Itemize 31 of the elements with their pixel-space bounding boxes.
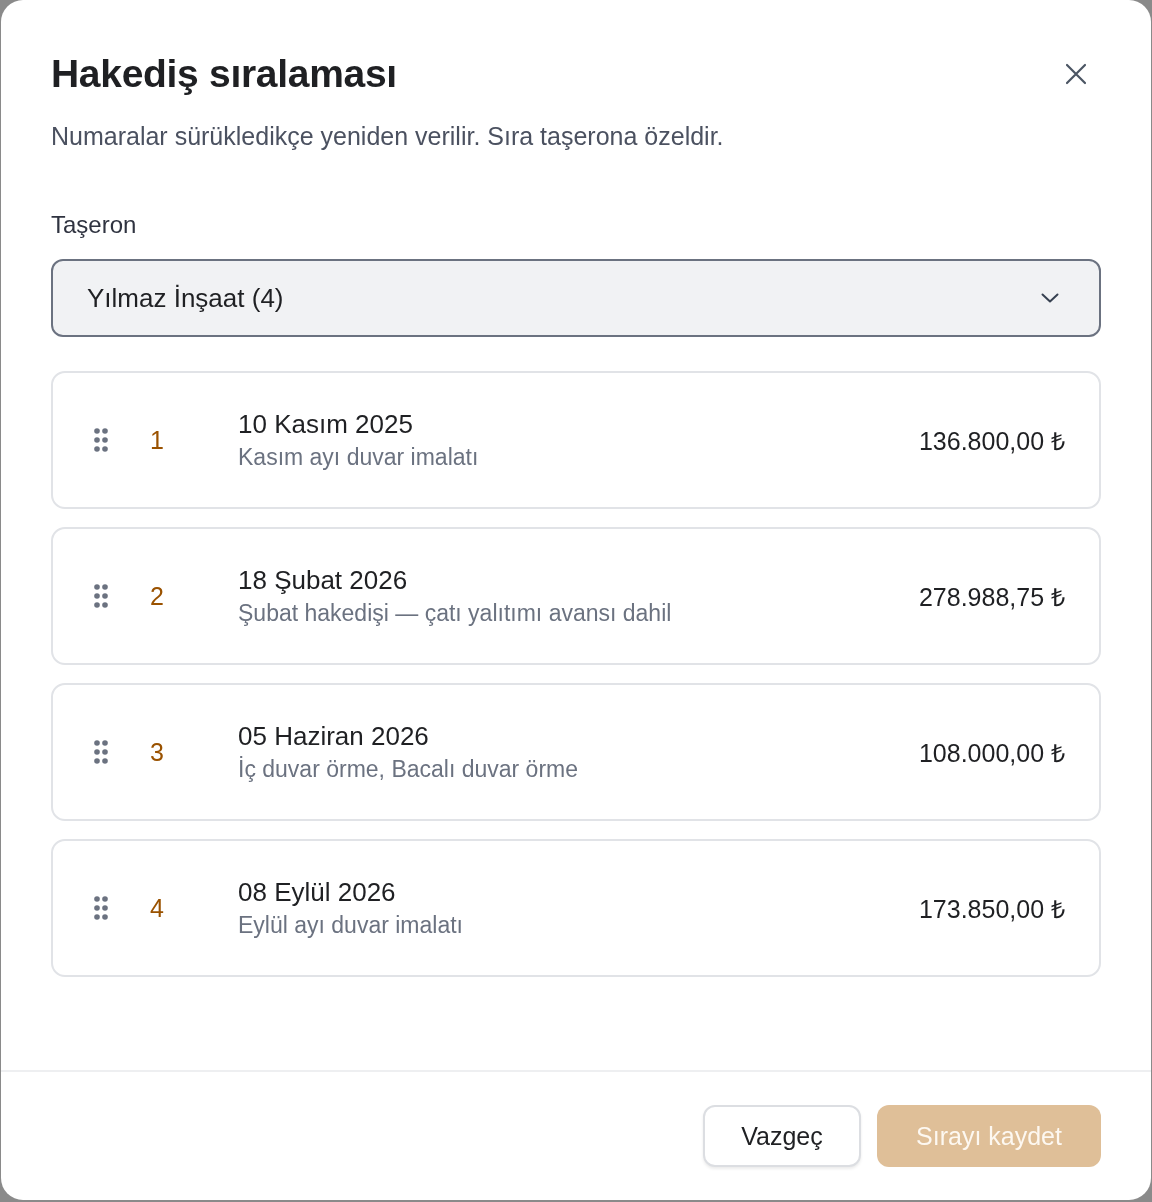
drag-handle-icon[interactable] bbox=[94, 896, 108, 920]
cancel-button[interactable]: Vazgeç bbox=[703, 1105, 861, 1167]
payment-note: Eylül ayı duvar imalatı bbox=[238, 912, 464, 939]
drag-handle-icon[interactable] bbox=[94, 740, 108, 764]
order-number: 4 bbox=[150, 893, 165, 923]
order-number: 3 bbox=[150, 737, 165, 767]
payment-card[interactable]: 4 08 Eylül 2026 Eylül ayı duvar imalatı 173.850,00 ₺ bbox=[51, 839, 1101, 977]
payment-amount: 136.800,00 ₺ bbox=[918, 426, 1065, 457]
chevron-down-icon bbox=[1041, 293, 1059, 303]
payment-card[interactable]: 1 10 Kasım 2025 Kasım ayı duvar imalatı 136.800,00 ₺ bbox=[51, 371, 1101, 509]
payment-date: 18 Şubat 2026 bbox=[238, 565, 409, 596]
payment-note: Kasım ayı duvar imalatı bbox=[238, 444, 480, 471]
payment-amount: 108.000,00 ₺ bbox=[918, 738, 1065, 769]
payment-date: 05 Haziran 2026 bbox=[238, 721, 430, 752]
subcontractor-select[interactable]: Yılmaz İnşaat (4) bbox=[51, 259, 1101, 337]
payment-amount: 173.850,00 ₺ bbox=[918, 894, 1065, 925]
payment-card[interactable]: 2 18 Şubat 2026 Şubat hakedişi — çatı yalıtımı avansı dahil 278.988,75 ₺ bbox=[51, 527, 1101, 665]
order-number: 2 bbox=[150, 581, 165, 611]
close-icon[interactable] bbox=[1065, 63, 1087, 85]
payment-date: 10 Kasım 2025 bbox=[238, 409, 414, 440]
order-number: 1 bbox=[150, 425, 165, 455]
payment-note: Şubat hakedişi — çatı yalıtımı avansı dahil bbox=[238, 600, 673, 627]
drag-handle-icon[interactable] bbox=[94, 584, 108, 608]
dialog-description: Numaralar sürükledikçe yeniden verilir. Sıra taşerona özeldir. bbox=[51, 122, 725, 151]
drag-handle-icon[interactable] bbox=[94, 428, 108, 452]
payment-date: 08 Eylül 2026 bbox=[238, 877, 397, 908]
dialog-title: Hakediş sıralaması bbox=[51, 52, 397, 96]
payment-amount: 278.988,75 ₺ bbox=[918, 582, 1065, 613]
payment-card[interactable]: 3 05 Haziran 2026 İç duvar örme, Bacalı duvar örme 108.000,00 ₺ bbox=[51, 683, 1101, 821]
field-label: Taşeron bbox=[51, 211, 138, 239]
payment-note: İç duvar örme, Bacalı duvar örme bbox=[238, 756, 580, 783]
